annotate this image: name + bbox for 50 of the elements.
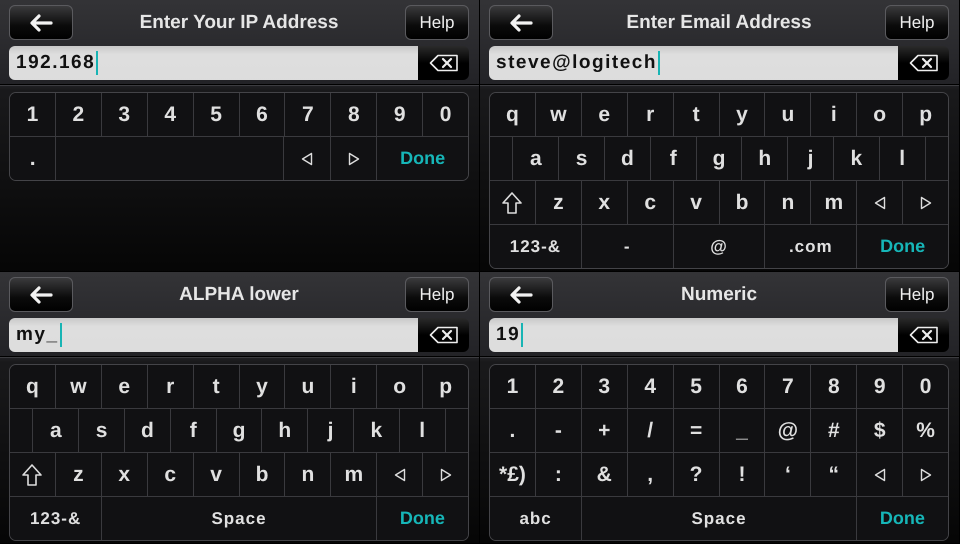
done-key[interactable]: Done	[376, 137, 468, 180]
text-cursor	[658, 51, 660, 75]
backspace-icon	[428, 326, 458, 344]
back-button[interactable]	[9, 277, 73, 312]
right-triangle-icon	[920, 468, 932, 482]
text-field[interactable]: steve@logitech	[489, 46, 898, 80]
keyboard-key[interactable]: 0	[902, 365, 948, 408]
backspace-icon	[908, 326, 938, 344]
help-button[interactable]: Help	[405, 277, 469, 312]
back-arrow-icon	[509, 14, 533, 32]
text-cursor	[60, 323, 62, 347]
done-key[interactable]: Done	[856, 225, 948, 268]
backspace-button[interactable]	[418, 46, 469, 80]
left-triangle-icon	[874, 468, 886, 482]
screen-title: Enter Email Address	[625, 12, 813, 34]
backspace-button[interactable]	[418, 318, 469, 352]
left-triangle-icon	[394, 468, 406, 482]
backspace-icon	[908, 54, 938, 72]
done-key[interactable]: Done	[376, 497, 468, 540]
text-field[interactable]: 19	[489, 318, 898, 352]
back-arrow-icon	[509, 286, 533, 304]
right-triangle-icon	[920, 196, 932, 210]
back-arrow-icon	[29, 286, 53, 304]
left-triangle-icon	[874, 196, 886, 210]
keyboard-key[interactable]: p	[422, 365, 468, 408]
back-button[interactable]	[489, 277, 553, 312]
right-triangle-icon	[440, 468, 452, 482]
text-cursor	[521, 323, 524, 347]
screen-title: Enter Your IP Address	[138, 12, 340, 34]
screen-title: Numeric	[680, 284, 758, 306]
text-field[interactable]: 192.168	[9, 46, 418, 80]
right-triangle-icon	[348, 152, 360, 166]
keyboard-key[interactable]: p	[902, 93, 948, 136]
shift-icon	[501, 190, 524, 214]
text-field[interactable]: my_	[9, 318, 418, 352]
help-button[interactable]: Help	[885, 5, 949, 40]
backspace-button[interactable]	[898, 318, 949, 352]
text-cursor	[96, 51, 98, 75]
back-button[interactable]	[489, 5, 553, 40]
screen-title: ALPHA lower	[178, 284, 300, 306]
help-button[interactable]: Help	[885, 277, 949, 312]
keyboard-key[interactable]: 0	[422, 93, 468, 136]
shift-icon	[21, 462, 44, 486]
done-key[interactable]: Done	[856, 497, 948, 540]
backspace-button[interactable]	[898, 46, 949, 80]
back-button[interactable]	[9, 5, 73, 40]
left-triangle-icon	[301, 152, 314, 166]
backspace-icon	[428, 54, 458, 72]
back-arrow-icon	[29, 14, 53, 32]
help-button[interactable]: Help	[405, 5, 469, 40]
